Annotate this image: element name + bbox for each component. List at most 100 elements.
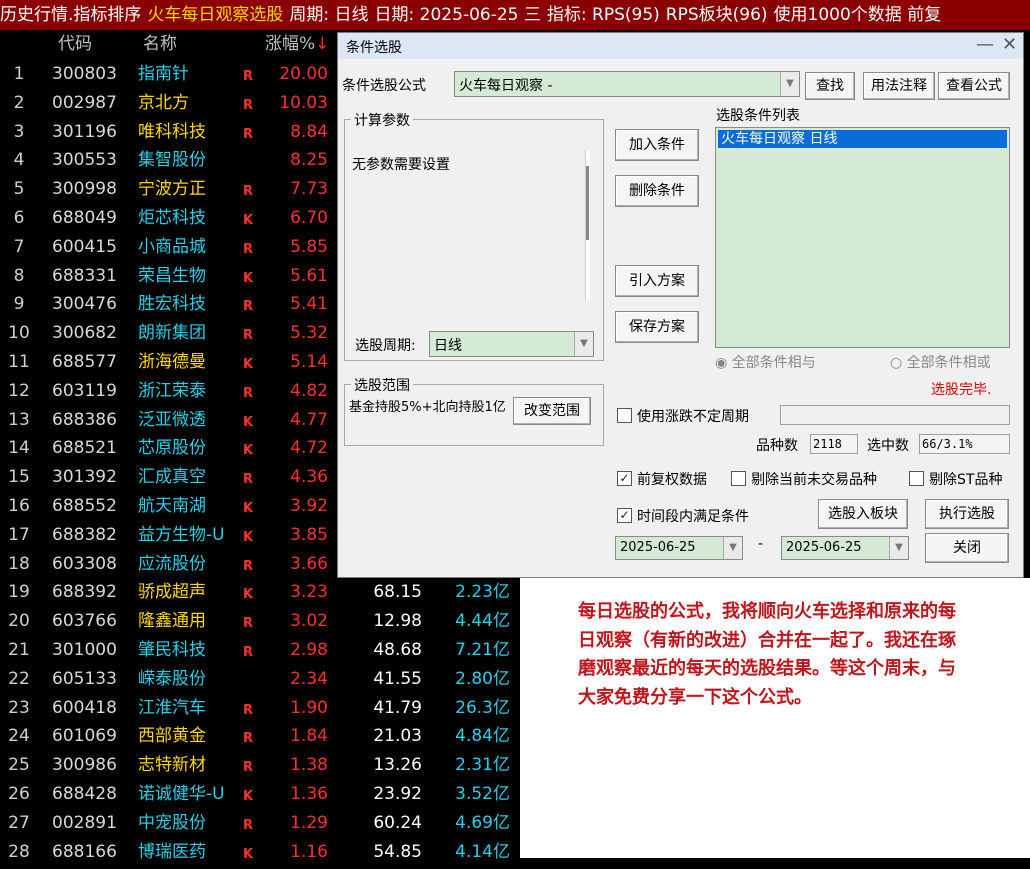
stock-code: 688049 xyxy=(52,207,117,228)
selected-label: 选中数 xyxy=(867,438,909,454)
stock-name: 胜宏科技 xyxy=(138,294,206,315)
stock-name: 中宠股份 xyxy=(138,812,206,833)
stock-name: 浙江荣泰 xyxy=(138,380,206,401)
count-label: 品种数 xyxy=(756,438,798,454)
radio-all-and[interactable]: ◉ 全部条件相与 xyxy=(715,352,816,372)
date-to-select[interactable]: 2025-06-25 ▼ xyxy=(781,536,909,560)
stock-tag: R xyxy=(243,472,254,488)
col-change-pct[interactable]: 涨幅%↓ xyxy=(265,30,329,59)
row-index: 21 xyxy=(8,639,30,660)
change-pct: 5.41 xyxy=(290,294,328,315)
turnover-amount: 3.52亿 xyxy=(455,783,510,804)
row-index: 18 xyxy=(8,553,30,574)
add-to-block-button[interactable]: 选股入板块 xyxy=(818,499,908,529)
close-button[interactable]: 关闭 xyxy=(925,533,1009,563)
add-condition-button[interactable]: 加入条件 xyxy=(615,129,699,161)
stock-code: 601069 xyxy=(52,726,117,747)
delete-condition-button[interactable]: 删除条件 xyxy=(615,175,699,207)
params-scroll-thumb[interactable] xyxy=(586,166,589,240)
table-row[interactable]: 20 603766 隆鑫通用 R 3.02 12.98 4.44亿 xyxy=(0,607,520,636)
formula-label: 条件选股公式 xyxy=(342,78,426,94)
date-range-dash: - xyxy=(758,536,764,552)
condition-list-title: 选股条件列表 xyxy=(716,108,800,124)
adj-data-checkbox[interactable]: ✓ xyxy=(617,471,632,486)
usage-notes-button[interactable]: 用法注释 xyxy=(863,72,935,100)
date-from-select[interactable]: 2025-06-25 ▼ xyxy=(615,536,743,560)
stock-code: 688331 xyxy=(52,265,117,286)
adj-data-label: 前复权数据 xyxy=(637,472,707,488)
period-select[interactable]: 日线 ▼ xyxy=(429,331,594,357)
minimize-icon[interactable]: — xyxy=(976,34,994,55)
find-button[interactable]: 查找 xyxy=(805,72,855,100)
change-pct: 10.03 xyxy=(279,92,328,113)
annotation-text: 每日选股的公式，我将顺向火车选择和原来的每日观察（有新的改进）合并在一起了。我还… xyxy=(578,601,956,708)
period-field[interactable] xyxy=(780,405,1010,425)
uncertain-period-label: 使用涨跌不定周期 xyxy=(637,409,749,425)
table-row[interactable]: 23 600418 江淮汽车 R 1.90 41.79 26.3亿 xyxy=(0,694,520,723)
table-row[interactable]: 26 688428 诺诚健华-U K 1.36 23.92 3.52亿 xyxy=(0,780,520,809)
table-row[interactable]: 27 002891 中宠股份 R 1.29 60.24 4.69亿 xyxy=(0,809,520,838)
table-row[interactable]: 19 688392 骄成超声 K 3.23 68.15 2.23亿 xyxy=(0,578,520,607)
table-row[interactable]: 24 601069 西部黄金 R 1.84 21.03 4.84亿 xyxy=(0,722,520,751)
exclude-untraded-checkbox[interactable] xyxy=(731,471,746,486)
row-index: 19 xyxy=(8,582,30,603)
change-pct: 3.85 xyxy=(290,524,328,545)
turnover-amount: 7.21亿 xyxy=(455,639,510,660)
range-text: 基金持股5%+北向持股1亿 xyxy=(349,400,506,415)
change-pct: 5.61 xyxy=(290,265,328,286)
stock-tag: K xyxy=(243,529,254,545)
stock-code: 688392 xyxy=(52,582,117,603)
stock-name: 博瑞医药 xyxy=(138,841,206,862)
condition-list-item[interactable]: 火车每日观察 日线 xyxy=(718,130,1007,148)
stock-code: 688166 xyxy=(52,841,117,862)
date-info: 日期: 2025-06-25 三 xyxy=(374,5,541,25)
change-pct: 2.34 xyxy=(290,668,328,689)
select-status: 选股完毕. xyxy=(931,382,992,398)
stock-name: 泛亚微透 xyxy=(138,409,206,430)
stock-name: 汇成真空 xyxy=(138,467,206,488)
row-index: 8 xyxy=(13,265,25,286)
row-index: 11 xyxy=(8,351,30,372)
row-index: 9 xyxy=(13,294,25,315)
top-status-bar: 历史行情.指标排序 火车每日观察选股 周期: 日线 日期: 2025-06-25 三指… xyxy=(0,0,1030,30)
radio-all-or[interactable]: ○ 全部条件相或 xyxy=(890,352,991,372)
uncertain-period-checkbox[interactable] xyxy=(617,408,632,423)
row-index: 10 xyxy=(8,323,30,344)
table-row[interactable]: 21 301000 肇民科技 R 2.98 48.68 7.21亿 xyxy=(0,636,520,665)
change-pct: 5.85 xyxy=(290,236,328,257)
stock-tag: R xyxy=(243,385,254,401)
block-info: RPS板块(96) xyxy=(665,5,768,25)
table-row[interactable]: 22 605133 嵘泰股份 2.34 41.55 2.80亿 xyxy=(0,665,520,694)
change-pct: 5.32 xyxy=(290,323,328,344)
change-range-button[interactable]: 改变范围 xyxy=(513,397,591,425)
stock-code: 603119 xyxy=(52,380,117,401)
stock-name: 宁波方正 xyxy=(138,179,206,200)
row-index: 2 xyxy=(13,92,25,113)
condition-select-dialog: 条件选股 — ✕ 条件选股公式 火车每日观察 - ▼ 查找 用法注释 查看公式 … xyxy=(337,32,1024,578)
exclude-st-checkbox[interactable] xyxy=(909,471,924,486)
execute-select-button[interactable]: 执行选股 xyxy=(925,499,1009,529)
stock-name: 应流股份 xyxy=(138,553,206,574)
table-row[interactable]: 25 300986 志特新材 R 1.38 13.26 2.31亿 xyxy=(0,751,520,780)
change-pct: 4.77 xyxy=(290,409,328,430)
import-scheme-button[interactable]: 引入方案 xyxy=(615,265,699,297)
stock-name: 益方生物-U xyxy=(138,524,225,545)
formula-select[interactable]: 火车每日观察 - ▼ xyxy=(454,71,800,97)
table-row[interactable]: 28 688166 博瑞医药 K 1.16 54.85 4.14亿 xyxy=(0,838,520,867)
stock-code: 688428 xyxy=(52,783,117,804)
data-count-info: 使用1000个数据 前复 xyxy=(773,5,942,25)
params-scrollbar[interactable] xyxy=(585,150,590,300)
col-name[interactable]: 名称 xyxy=(143,30,177,59)
stock-tag: K xyxy=(243,356,254,372)
stock-name: 西部黄金 xyxy=(138,726,206,747)
view-formula-button[interactable]: 查看公式 xyxy=(938,72,1010,100)
save-scheme-button[interactable]: 保存方案 xyxy=(615,311,699,343)
close-icon[interactable]: ✕ xyxy=(1002,34,1017,55)
stock-tag: R xyxy=(243,616,254,632)
in-period-checkbox[interactable]: ✓ xyxy=(617,508,632,523)
dialog-title-bar: 条件选股 — ✕ xyxy=(338,33,1023,59)
condition-list[interactable]: 火车每日观察 日线 xyxy=(715,127,1010,348)
col-code[interactable]: 代码 xyxy=(58,30,92,59)
stock-tag: K xyxy=(243,414,254,430)
sort-desc-icon: ↓ xyxy=(315,34,330,54)
